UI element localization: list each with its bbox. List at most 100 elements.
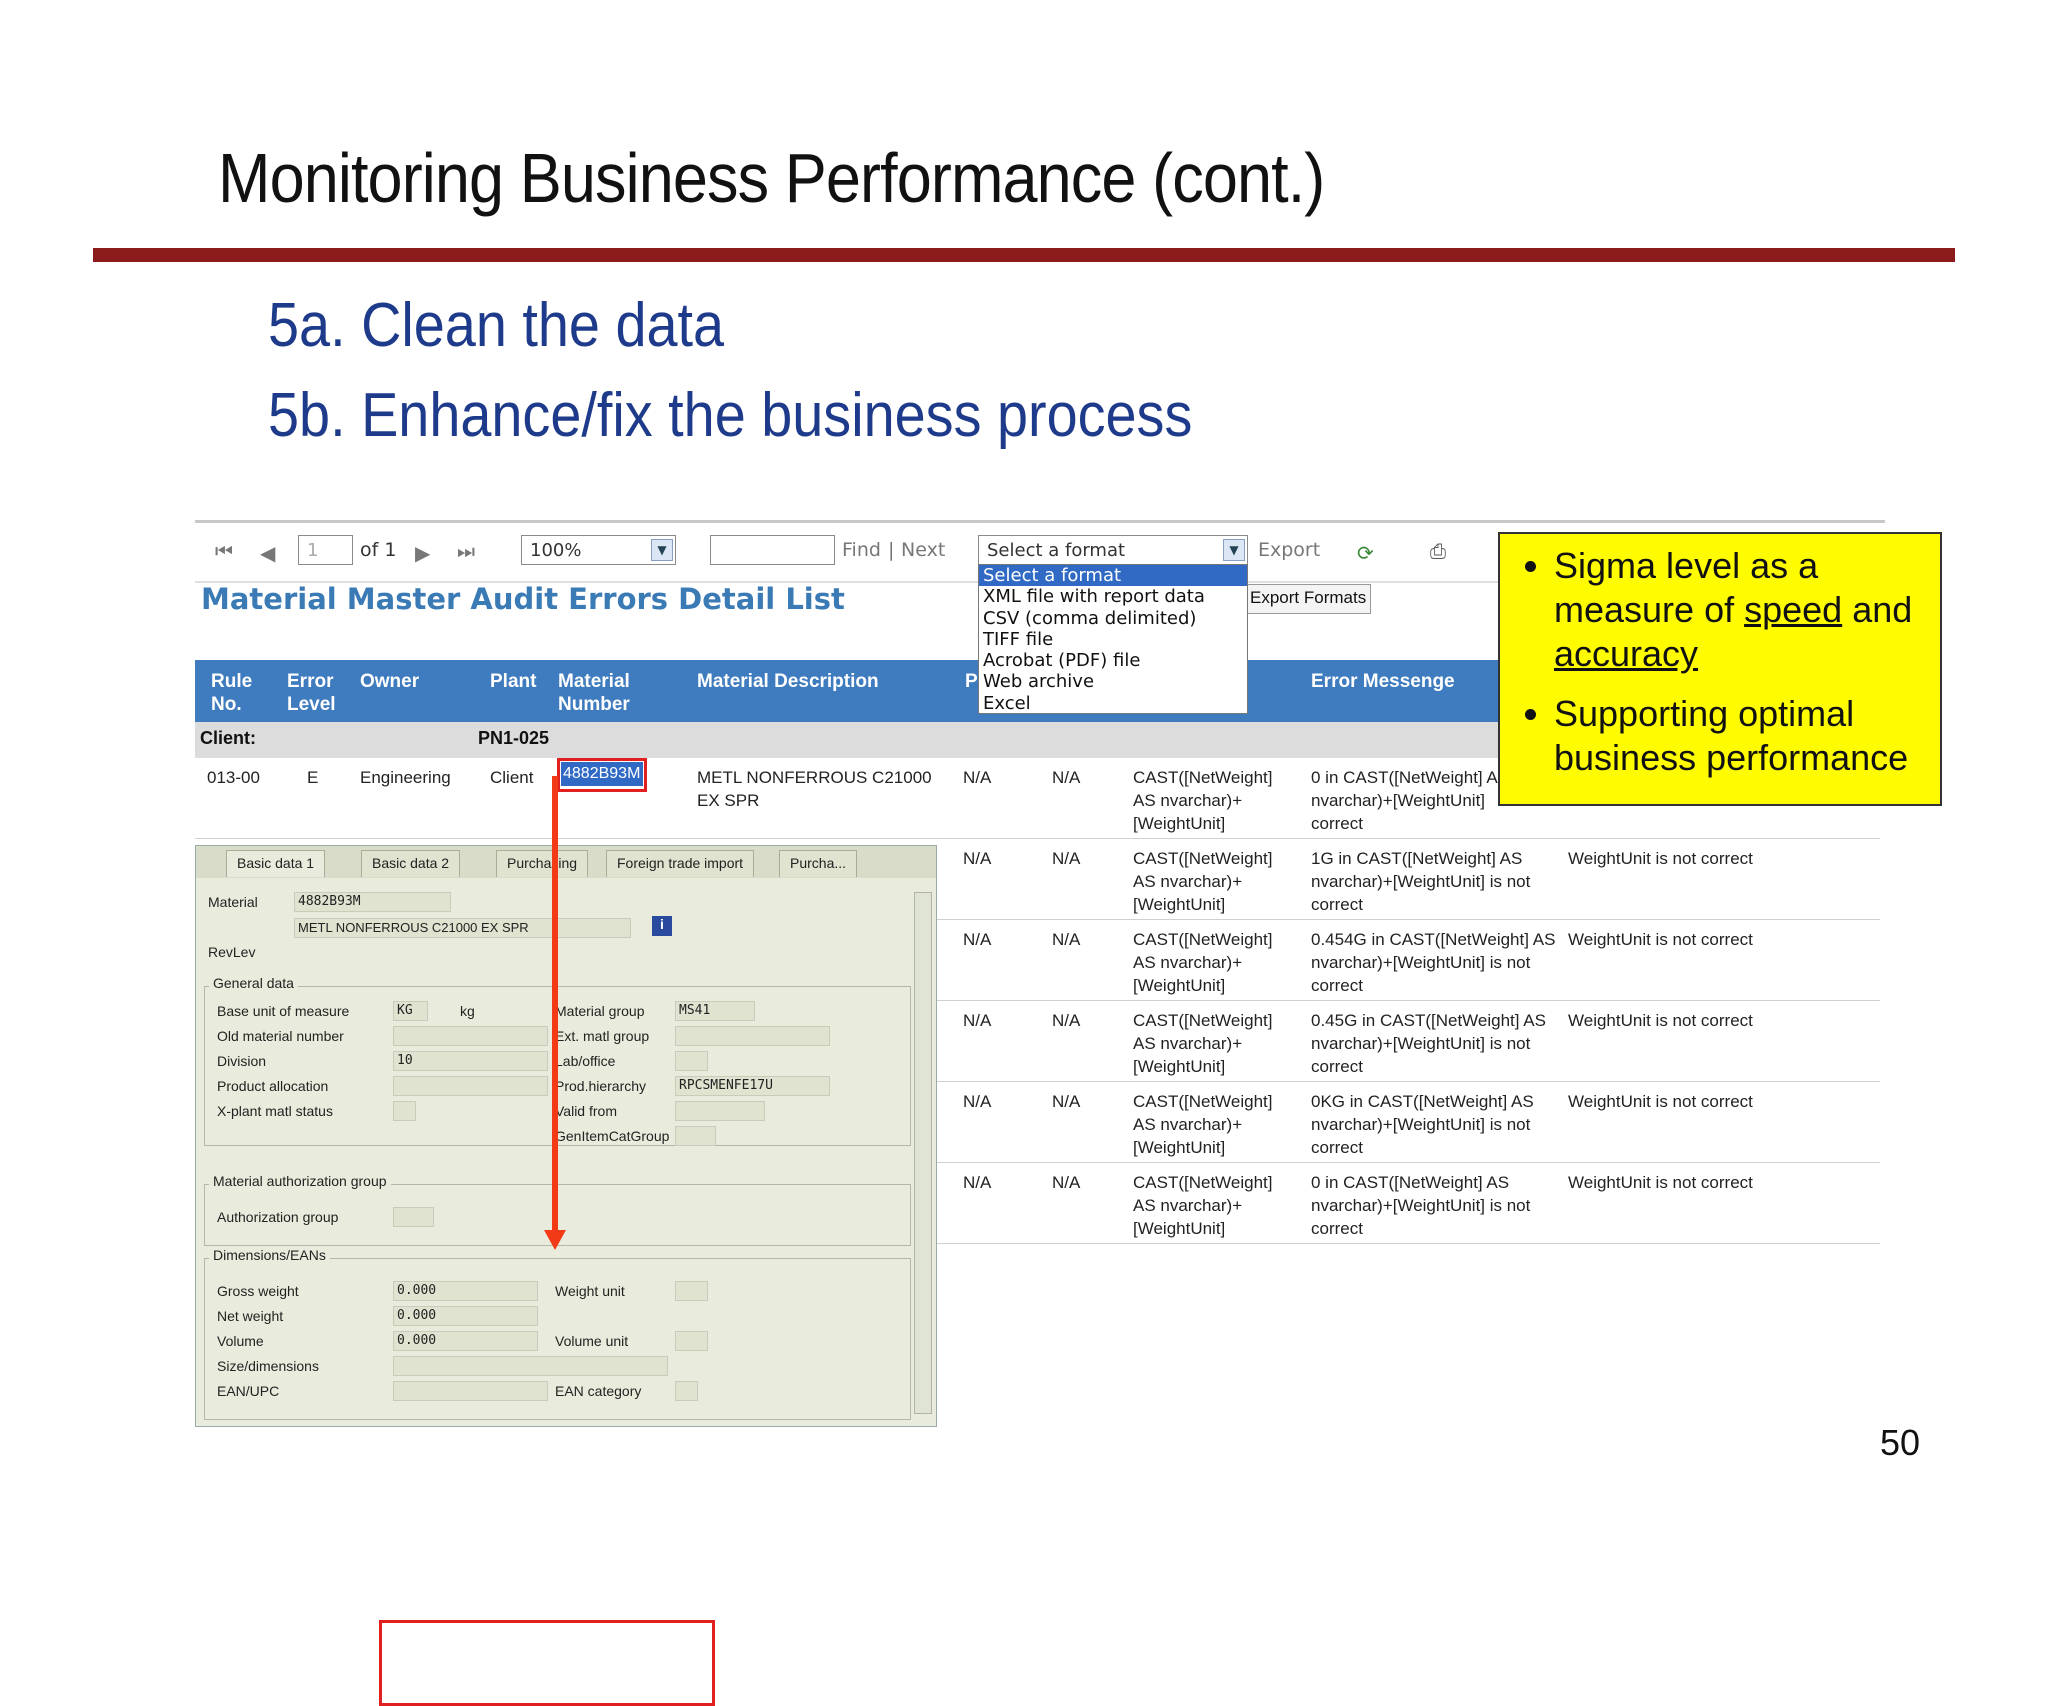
format-option[interactable]: Select a format — [979, 565, 1247, 587]
title-rule — [93, 248, 1955, 262]
prev-page-icon[interactable]: ◀ — [260, 541, 275, 566]
lab-office-label: Lab/office — [555, 1053, 616, 1069]
material-field[interactable]: 4882B93M — [294, 892, 451, 912]
find-input[interactable] — [710, 535, 835, 565]
net-weight-field[interactable]: 0.000 — [393, 1306, 538, 1326]
auth-group-title: Material authorization group — [209, 1173, 391, 1189]
cell-level: E — [307, 768, 319, 787]
cell-expression: CAST([NetWeight] AS nvarchar)+ [WeightUn… — [1133, 930, 1273, 995]
callout-bullet-1: Sigma level as a measure of speed and ac… — [1554, 544, 1924, 676]
cell-p: N/A — [963, 1092, 992, 1111]
prod-hierarchy-field[interactable]: RPCSMENFE17U — [675, 1076, 830, 1096]
cell-q: N/A — [1052, 1011, 1081, 1030]
ext-group-label: Ext. matl group — [555, 1028, 650, 1044]
find-separator: | — [888, 539, 895, 561]
base-uom-field[interactable]: KG — [393, 1001, 428, 1021]
format-option[interactable]: Excel — [979, 693, 1247, 714]
zoom-select[interactable]: 100% ▼ — [521, 535, 676, 565]
base-uom-label: Base unit of measure — [217, 1003, 350, 1019]
cell-expression: CAST([NetWeight] AS nvarchar)+ [WeightUn… — [1133, 1092, 1273, 1157]
col-p: P — [965, 671, 978, 692]
material-group-field[interactable]: MS41 — [675, 1001, 755, 1021]
division-field[interactable]: 10 — [393, 1051, 548, 1071]
authorization-group-label: Authorization group — [217, 1209, 339, 1225]
subhead-enhance: 5b. Enhance/fix the business process — [268, 381, 1193, 450]
lab-office-field[interactable] — [675, 1051, 708, 1071]
cell-message: 0.454G in CAST([NetWeight] AS nvarchar)+… — [1311, 930, 1556, 995]
tab-foreign-trade-import[interactable]: Foreign trade import — [606, 850, 755, 877]
format-dropdown-list[interactable]: Select a format XML file with report dat… — [978, 564, 1248, 714]
find-link[interactable]: Find — [842, 539, 881, 561]
cell-message-2: WeightUnit is not correct — [1568, 1173, 1753, 1192]
export-link[interactable]: Export — [1258, 539, 1320, 561]
xplant-status-field[interactable] — [393, 1101, 416, 1121]
cell-owner: Engineering — [360, 768, 451, 787]
ean-upc-label: EAN/UPC — [217, 1383, 280, 1399]
page-count: of 1 — [360, 539, 397, 561]
material-highlight-box — [557, 758, 647, 792]
format-select-value: Select a format — [987, 540, 1126, 561]
report-title: Material Master Audit Errors Detail List — [201, 582, 845, 616]
prod-hierarchy-label: Prod.hierarchy — [555, 1078, 647, 1094]
ean-upc-field[interactable] — [393, 1381, 548, 1401]
cell-p: N/A — [963, 930, 992, 949]
gross-weight-field[interactable]: 0.000 — [393, 1281, 538, 1301]
page-number: 50 — [1880, 1422, 1921, 1463]
refresh-icon[interactable]: ⟳ — [1357, 541, 1374, 566]
ean-category-field[interactable] — [675, 1381, 698, 1401]
cell-message-2: WeightUnit is not correct — [1568, 1092, 1753, 1111]
old-material-field[interactable] — [393, 1026, 548, 1046]
tab-purchasing[interactable]: Purchasing — [496, 850, 589, 877]
sap-tab-strip: Basic data 1 Basic data 2 Purchasing For… — [196, 846, 936, 878]
format-select[interactable]: Select a format ▼ — [978, 535, 1248, 565]
format-option[interactable]: CSV (comma delimited) — [979, 608, 1247, 629]
red-arrow-shaft — [552, 776, 558, 1238]
cell-q: N/A — [1052, 1173, 1081, 1192]
ean-category-label: EAN category — [555, 1383, 642, 1399]
size-dimensions-label: Size/dimensions — [217, 1358, 319, 1374]
next-page-icon[interactable]: ▶ — [415, 541, 430, 566]
chevron-down-icon: ▼ — [1223, 539, 1245, 561]
cell-message-2: WeightUnit is not correct — [1568, 849, 1753, 868]
dimensions-group: Dimensions/EANs Gross weight 0.000 Net w… — [204, 1247, 911, 1420]
gen-item-cat-field[interactable] — [675, 1126, 716, 1146]
cell-expression: CAST([NetWeight] AS nvarchar)+ [WeightUn… — [1133, 849, 1273, 914]
next-link[interactable]: Next — [901, 539, 945, 561]
weight-unit-field[interactable] — [675, 1281, 708, 1301]
valid-from-field[interactable] — [675, 1101, 765, 1121]
ext-group-field[interactable] — [675, 1026, 830, 1046]
format-option[interactable]: Acrobat (PDF) file — [979, 650, 1247, 671]
valid-from-label: Valid from — [555, 1103, 617, 1119]
gross-weight-label: Gross weight — [217, 1283, 299, 1299]
col-owner: Owner — [360, 671, 420, 692]
authorization-group-field[interactable] — [393, 1207, 434, 1227]
product-allocation-field[interactable] — [393, 1076, 548, 1096]
gen-item-cat-label: GenItemCatGroup — [555, 1128, 670, 1144]
format-option[interactable]: XML file with report data — [979, 586, 1247, 607]
col-material-number: Material Number — [558, 671, 630, 715]
format-option[interactable]: Web archive — [979, 671, 1247, 692]
tab-basic-data-2[interactable]: Basic data 2 — [361, 850, 461, 877]
base-uom-text: kg — [460, 1003, 475, 1019]
material-description-field[interactable]: METL NONFERROUS C21000 EX SPR — [294, 918, 631, 938]
client-value: PN1-025 — [478, 728, 550, 748]
tab-basic-data-1[interactable]: Basic data 1 — [226, 850, 326, 877]
tab-purchasing-more[interactable]: Purcha... — [779, 850, 858, 877]
volume-unit-field[interactable] — [675, 1331, 708, 1351]
format-option[interactable]: TIFF file — [979, 629, 1247, 650]
first-page-icon[interactable]: ⏮ — [215, 541, 233, 564]
page-input[interactable]: 1 — [298, 535, 353, 565]
last-page-icon[interactable]: ⏭ — [457, 541, 475, 564]
weights-highlight-box — [379, 1620, 715, 1706]
net-weight-label: Net weight — [217, 1308, 284, 1324]
size-dimensions-field[interactable] — [393, 1356, 668, 1376]
cell-message: 0 in CAST([NetWeight] A nvarchar)+[Weigh… — [1311, 768, 1497, 833]
callout-bullet-2: Supporting optimal business performance — [1554, 692, 1924, 780]
sap-scrollbar[interactable] — [914, 892, 932, 1414]
cell-message: 0KG in CAST([NetWeight] AS nvarchar)+[We… — [1311, 1092, 1534, 1157]
print-icon[interactable]: ⎙ — [1430, 541, 1446, 564]
cell-p: N/A — [963, 1173, 992, 1192]
cell-message: 0 in CAST([NetWeight] AS nvarchar)+[Weig… — [1311, 1173, 1531, 1238]
volume-field[interactable]: 0.000 — [393, 1331, 538, 1351]
info-icon[interactable]: i — [652, 916, 672, 936]
